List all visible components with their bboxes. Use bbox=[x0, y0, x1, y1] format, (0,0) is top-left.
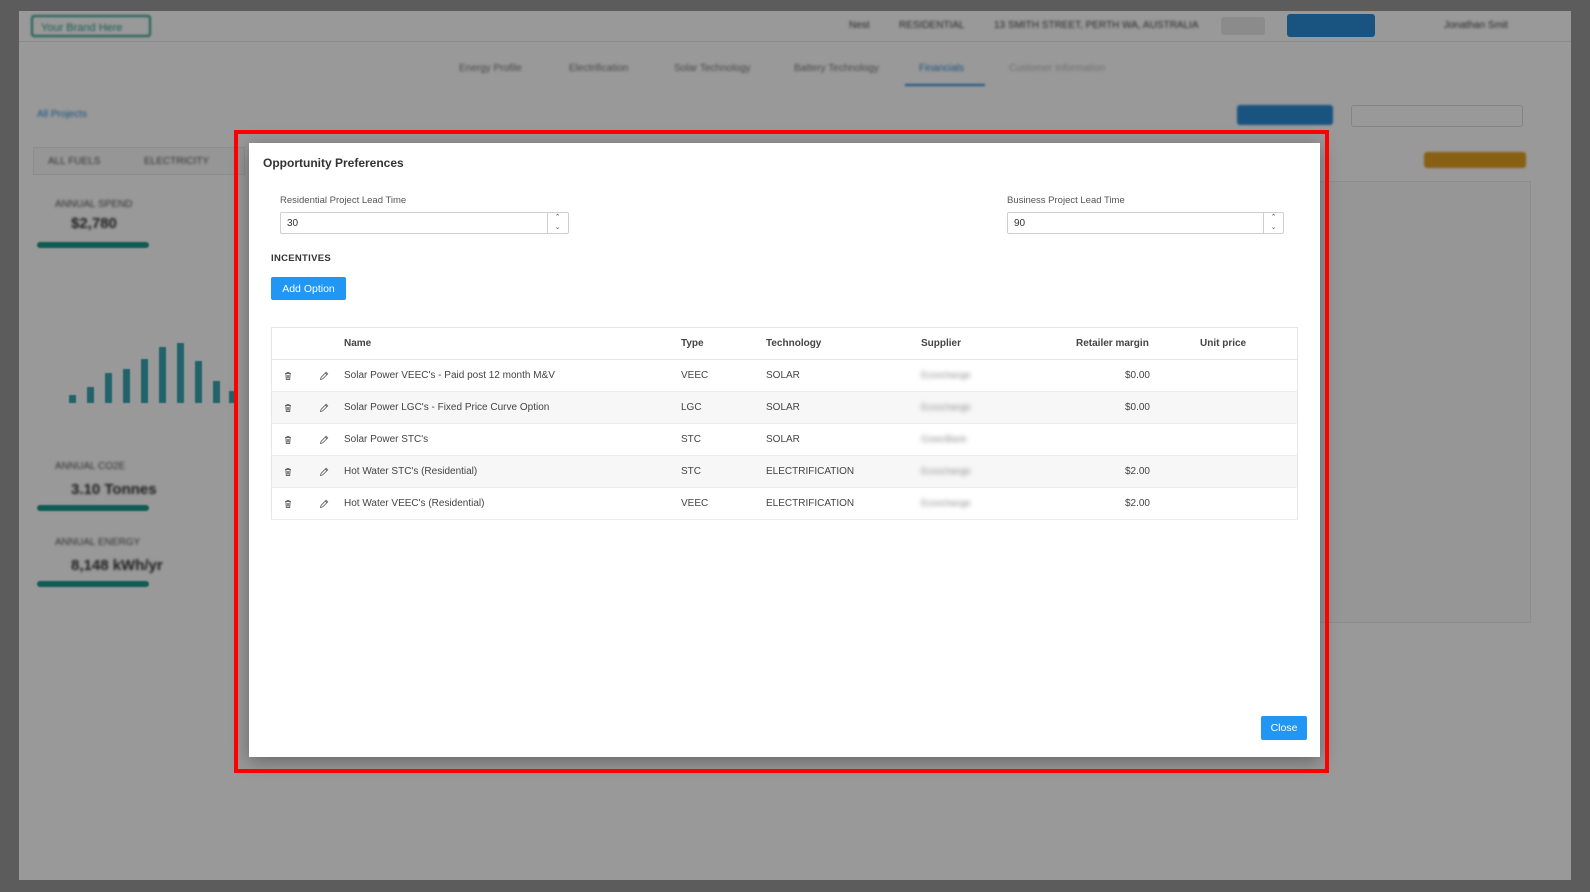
column-header-retailer-margin: Retailer margin bbox=[1076, 327, 1150, 360]
table-row: Solar Power VEEC's - Paid post 12 month … bbox=[271, 359, 1298, 392]
incentive-type: STC bbox=[681, 423, 766, 456]
pencil-icon[interactable] bbox=[318, 434, 330, 446]
table-row: Hot Water VEEC's (Residential) VEEC ELEC… bbox=[271, 487, 1298, 520]
column-header-supplier: Supplier bbox=[921, 327, 1076, 360]
business-lead-time-stepper[interactable]: ⌃ ⌄ bbox=[1263, 212, 1283, 234]
add-option-button[interactable]: Add Option bbox=[271, 277, 346, 300]
incentive-technology: SOLAR bbox=[766, 391, 921, 424]
chevron-up-icon[interactable]: ⌃ bbox=[1264, 213, 1283, 223]
incentive-supplier: Ecoxchange bbox=[921, 370, 971, 380]
column-header-technology: Technology bbox=[766, 327, 921, 360]
column-header-unit-price: Unit price bbox=[1150, 327, 1298, 360]
incentive-supplier: GreenBank bbox=[921, 434, 967, 444]
incentive-retailer-margin bbox=[1076, 423, 1150, 456]
incentive-type: LGC bbox=[681, 391, 766, 424]
incentive-unit-price bbox=[1150, 423, 1298, 456]
incentive-technology: SOLAR bbox=[766, 423, 921, 456]
residential-lead-time-stepper[interactable]: ⌃ ⌄ bbox=[547, 212, 567, 234]
business-lead-time-label: Business Project Lead Time bbox=[1007, 195, 1125, 206]
incentive-type: VEEC bbox=[681, 487, 766, 520]
incentive-name: Hot Water VEEC's (Residential) bbox=[344, 487, 681, 520]
chevron-down-icon[interactable]: ⌄ bbox=[548, 223, 567, 233]
modal-title: Opportunity Preferences bbox=[263, 156, 404, 170]
incentive-retailer-margin: $0.00 bbox=[1076, 391, 1150, 424]
incentive-type: STC bbox=[681, 455, 766, 488]
trash-icon[interactable] bbox=[282, 466, 294, 478]
pencil-icon[interactable] bbox=[318, 498, 330, 510]
opportunity-preferences-modal: Opportunity Preferences Residential Proj… bbox=[249, 143, 1320, 757]
incentive-retailer-margin: $2.00 bbox=[1076, 487, 1150, 520]
incentive-technology: SOLAR bbox=[766, 359, 921, 392]
column-header-type: Type bbox=[681, 327, 766, 360]
incentive-supplier: Ecoxchange bbox=[921, 402, 971, 412]
chevron-up-icon[interactable]: ⌃ bbox=[548, 213, 567, 223]
table-row: Solar Power LGC's - Fixed Price Curve Op… bbox=[271, 391, 1298, 424]
business-lead-time-input[interactable] bbox=[1007, 212, 1284, 234]
table-header-row: Name Type Technology Supplier Retailer m… bbox=[271, 327, 1298, 360]
table-row: Hot Water STC's (Residential) STC ELECTR… bbox=[271, 455, 1298, 488]
residential-lead-time-input[interactable] bbox=[280, 212, 569, 234]
incentive-type: VEEC bbox=[681, 359, 766, 392]
table-row: Solar Power STC's STC SOLAR GreenBank bbox=[271, 423, 1298, 456]
chevron-down-icon[interactable]: ⌄ bbox=[1264, 223, 1283, 233]
incentive-unit-price bbox=[1150, 391, 1298, 424]
incentives-table: Name Type Technology Supplier Retailer m… bbox=[271, 327, 1298, 520]
pencil-icon[interactable] bbox=[318, 370, 330, 382]
incentive-name: Solar Power VEEC's - Paid post 12 month … bbox=[344, 359, 681, 392]
incentive-supplier: Ecoxchange bbox=[921, 466, 971, 476]
incentive-unit-price bbox=[1150, 455, 1298, 488]
pencil-icon[interactable] bbox=[318, 466, 330, 478]
incentive-name: Hot Water STC's (Residential) bbox=[344, 455, 681, 488]
close-button[interactable]: Close bbox=[1261, 716, 1307, 740]
incentive-unit-price bbox=[1150, 359, 1298, 392]
trash-icon[interactable] bbox=[282, 498, 294, 510]
incentives-heading: INCENTIVES bbox=[271, 253, 332, 264]
trash-icon[interactable] bbox=[282, 370, 294, 382]
residential-lead-time-label: Residential Project Lead Time bbox=[280, 195, 407, 206]
incentive-technology: ELECTRIFICATION bbox=[766, 487, 921, 520]
incentive-unit-price bbox=[1150, 487, 1298, 520]
incentive-name: Solar Power LGC's - Fixed Price Curve Op… bbox=[344, 391, 681, 424]
column-header-name: Name bbox=[344, 327, 681, 360]
incentive-retailer-margin: $2.00 bbox=[1076, 455, 1150, 488]
pencil-icon[interactable] bbox=[318, 402, 330, 414]
incentive-retailer-margin: $0.00 bbox=[1076, 359, 1150, 392]
incentive-name: Solar Power STC's bbox=[344, 423, 681, 456]
incentive-supplier: Ecoxchange bbox=[921, 498, 971, 508]
trash-icon[interactable] bbox=[282, 402, 294, 414]
incentive-technology: ELECTRIFICATION bbox=[766, 455, 921, 488]
trash-icon[interactable] bbox=[282, 434, 294, 446]
